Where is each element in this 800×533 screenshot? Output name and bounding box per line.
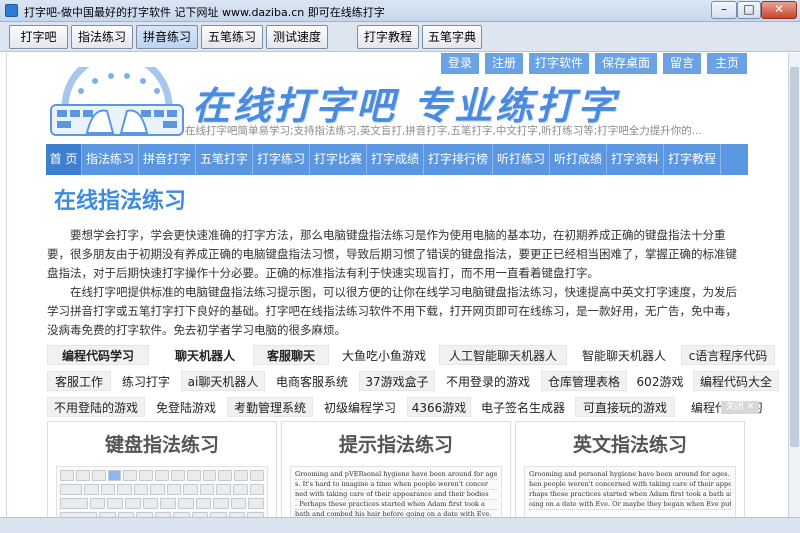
- login-link[interactable]: 登录: [441, 53, 479, 74]
- tag-link[interactable]: 客服聊天: [253, 345, 329, 365]
- app-toolbar: 打字吧 指法练习 拼音练习 五笔练习 测试速度 打字教程 五笔字典: [0, 22, 800, 52]
- tag-link[interactable]: 初级编程学习: [317, 397, 403, 417]
- card-english-fingering[interactable]: 英文指法练习 Grooming and personal hygiene hav…: [515, 421, 745, 518]
- tag-link[interactable]: 电商客服系统: [269, 371, 355, 391]
- sample-line: Grooming and personal hygiene have been …: [529, 470, 731, 480]
- register-link[interactable]: 注册: [485, 53, 523, 74]
- card-title: 英文指法练习: [572, 434, 687, 456]
- message-link[interactable]: 留言: [663, 53, 701, 74]
- app-icon: [5, 4, 18, 17]
- keyboard-logo-icon: [50, 67, 184, 136]
- nav-wubi[interactable]: 五笔打字: [196, 144, 253, 175]
- sample-line: Grooming and pVERsonal hygiene have been…: [295, 470, 497, 480]
- intro-paragraph-2: 在线打字吧提供标准的电脑键盘指法练习提示图，可以很方便的让你在线学习电脑键盘指法…: [47, 285, 737, 337]
- nav-pinyin[interactable]: 拼音打字: [139, 144, 196, 175]
- nav-fingering[interactable]: 指法练习: [82, 144, 139, 175]
- site-title: 在线打字吧 专业练打字: [192, 84, 619, 128]
- sample-line: s. It's hard to imagine a time when peop…: [295, 480, 497, 490]
- tag-link[interactable]: 不用登陆的游戏: [47, 397, 145, 417]
- main-nav: 首 页 指法练习 拼音打字 五笔打字 打字练习 打字比赛 打字成绩 打字排行榜 …: [46, 144, 748, 175]
- tb-pinyin-button[interactable]: 拼音练习: [136, 25, 198, 49]
- tag-link[interactable]: 编程代码学习: [47, 345, 149, 365]
- page-title: 在线指法练习: [54, 189, 187, 214]
- sample-line: oing on a date with Eve. Or maybe they b…: [529, 500, 731, 510]
- tag-link[interactable]: 客服工作: [47, 371, 111, 391]
- ad-close-button[interactable]: 关闭 ✕: [721, 401, 759, 414]
- tb-speedtest-button[interactable]: 测试速度: [266, 25, 328, 49]
- nav-scores[interactable]: 打字成绩: [367, 144, 424, 175]
- nav-ranking[interactable]: 打字排行榜: [424, 144, 493, 175]
- tag-link[interactable]: 可直接玩的游戏: [575, 397, 675, 417]
- card-hint-fingering[interactable]: 提示指法练习 Grooming and pVERsonal hygiene ha…: [281, 421, 511, 518]
- tag-link[interactable]: 大鱼吃小鱼游戏: [333, 345, 435, 365]
- card-title: 提示指法练习: [338, 434, 453, 456]
- minimize-button[interactable]: –: [711, 1, 737, 19]
- scrollbar-thumb[interactable]: [790, 67, 799, 447]
- tag-link[interactable]: 免登陆游戏: [149, 397, 223, 417]
- tb-tutorial-button[interactable]: 打字教程: [357, 25, 419, 49]
- nav-home[interactable]: 首 页: [46, 144, 82, 175]
- tb-fingering-button[interactable]: 指法练习: [71, 25, 133, 49]
- tag-link[interactable]: 聊天机器人: [153, 345, 257, 365]
- status-bar: [0, 517, 800, 533]
- tag-link[interactable]: 4366游戏: [407, 397, 471, 417]
- window-titlebar: 打字吧-做中国最好的打字软件 记下网址 www.daziba.cn 即可在线练打…: [0, 0, 800, 22]
- tag-link[interactable]: 电子签名生成器: [475, 397, 571, 417]
- english-preview-image: Grooming and personal hygiene have been …: [524, 466, 736, 518]
- tag-link[interactable]: 人工智能聊天机器人: [439, 345, 567, 365]
- close-button[interactable]: ✕: [761, 1, 797, 19]
- software-link[interactable]: 打字软件: [529, 53, 589, 74]
- tb-wubi-button[interactable]: 五笔练习: [201, 25, 263, 49]
- intro-paragraph-1: 要想学会打字，学会更快速准确的打字方法，那么电脑键盘指法练习是作为使用电脑的基本…: [47, 228, 737, 280]
- tag-link[interactable]: 37游戏盒子: [359, 371, 435, 391]
- tag-link[interactable]: ai聊天机器人: [181, 371, 265, 391]
- tag-link[interactable]: 602游戏: [631, 371, 689, 391]
- card-keyboard-fingering[interactable]: 键盘指法练习: [47, 421, 277, 518]
- sample-line: rhaps these practices started when Adam …: [529, 490, 731, 500]
- tag-link[interactable]: 不用登录的游戏: [439, 371, 537, 391]
- tb-dictionary-button[interactable]: 五笔字典: [422, 25, 482, 49]
- save-desktop-link[interactable]: 保存桌面: [595, 53, 657, 74]
- nav-tutorial[interactable]: 打字教程: [664, 144, 721, 175]
- nav-materials[interactable]: 打字资料: [607, 144, 664, 175]
- tag-link[interactable]: c语言程序代码: [681, 345, 775, 365]
- nav-dictation[interactable]: 听打练习: [493, 144, 550, 175]
- tb-home-button[interactable]: 打字吧: [9, 25, 68, 49]
- tag-link[interactable]: 编程代码大全: [693, 371, 779, 391]
- web-content: 登录 注册 打字软件 保存桌面 留言 主页 在线打字吧 专业练打字 在线打字吧简…: [6, 53, 787, 518]
- maximize-button[interactable]: □: [737, 1, 761, 19]
- site-slogan: 在线打字吧简单易学习;支持指法练习,英文盲打,拼音打字,五笔打字,中文打字,听打…: [185, 125, 702, 137]
- sample-line: ned with taking care of their appearance…: [295, 490, 497, 500]
- nav-practice[interactable]: 打字练习: [253, 144, 310, 175]
- sample-line: hen people weren't concerned with taking…: [529, 480, 731, 490]
- window-title: 打字吧-做中国最好的打字软件 记下网址 www.daziba.cn 即可在线练打…: [24, 6, 385, 19]
- nav-dictation-scores[interactable]: 听打成绩: [550, 144, 607, 175]
- sample-line: . Perhaps these practices started when A…: [295, 500, 497, 510]
- hint-preview-image: Grooming and pVERsonal hygiene have been…: [290, 466, 502, 518]
- tag-link[interactable]: 练习打字: [115, 371, 177, 391]
- card-title: 键盘指法练习: [104, 434, 219, 456]
- vertical-scrollbar[interactable]: [788, 53, 800, 517]
- tag-link[interactable]: 智能聊天机器人: [571, 345, 677, 365]
- tag-link[interactable]: 考勤管理系统: [227, 397, 313, 417]
- homepage-link[interactable]: 主页: [707, 53, 747, 74]
- nav-contest[interactable]: 打字比赛: [310, 144, 367, 175]
- tag-link[interactable]: 仓库管理表格: [541, 371, 627, 391]
- keyboard-preview-image: [56, 466, 268, 518]
